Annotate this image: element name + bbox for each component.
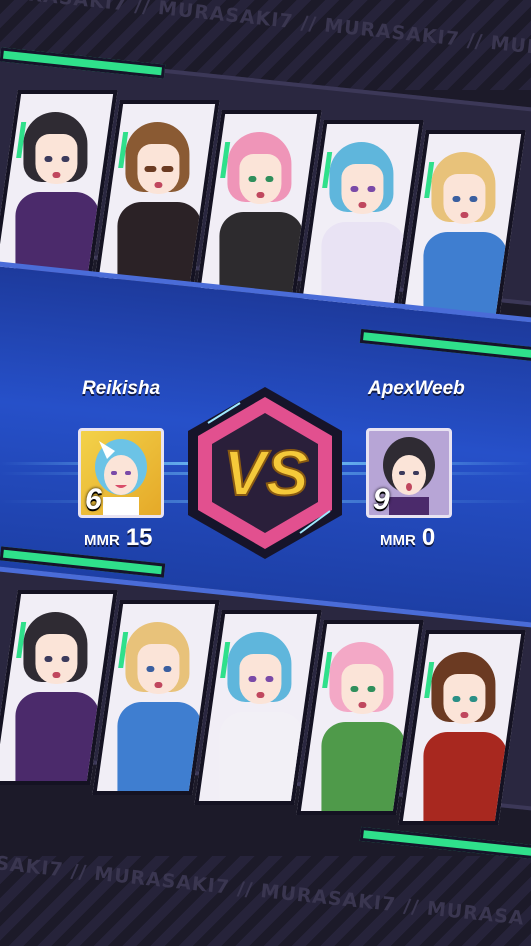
mmr-label: MMR [380,532,416,549]
vs-hexagon-icon: VS [188,387,342,559]
mmr-value: 15 [125,524,153,551]
left-player-level: 6 [85,483,102,516]
mmr-value: 0 [421,524,436,551]
character-portrait [321,634,406,812]
vs-emblem: VS [180,383,350,563]
right-player-name: ApexWeeb [368,378,465,399]
right-player-mmr: MMR 0 [380,524,435,552]
mmr-label: MMR [84,532,120,549]
character-portrait [423,644,508,822]
left-player-avatar[interactable]: 6 [78,428,164,518]
character-portrait [15,604,100,782]
left-player-name: Reikisha [82,378,161,399]
character-portrait [117,614,202,792]
match-screen: MURASAKI7 // MURASAKI7 // MURASAKI7 // M… [0,0,531,946]
character-portrait [219,624,304,802]
vs-text: VS [223,437,309,509]
right-player-level: 9 [373,483,390,516]
left-player-mmr: MMR 15 [84,524,153,552]
right-player-avatar[interactable]: 9 [366,428,452,518]
